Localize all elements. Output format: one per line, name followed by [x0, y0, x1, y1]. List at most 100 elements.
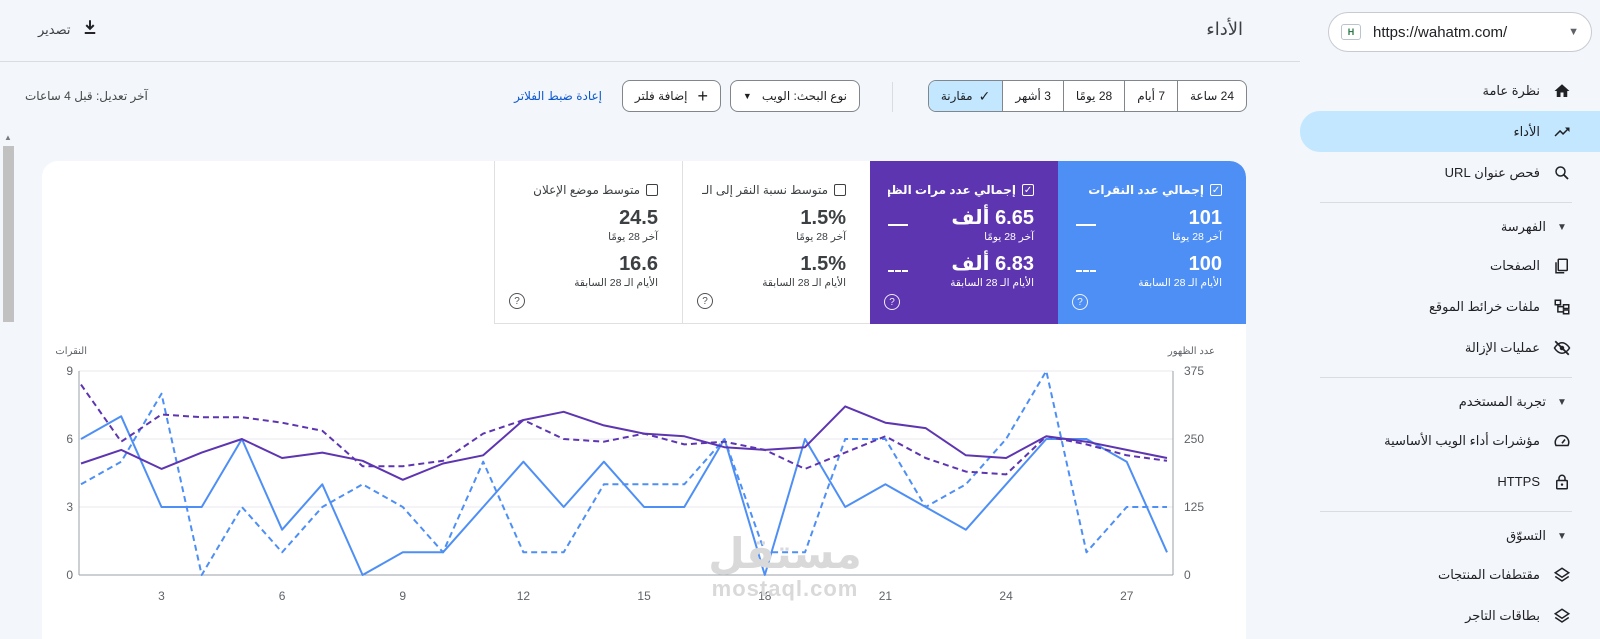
right-axis-tick-label: 0: [1184, 568, 1191, 582]
sidebar-item-merchant-listings[interactable]: بطاقات التاجر: [1300, 595, 1600, 636]
compare-button[interactable]: ✓ مقارنة: [928, 81, 1003, 111]
reset-filters-link[interactable]: إعادة ضبط الفلاتر: [514, 89, 602, 103]
sidebar-item-https[interactable]: HTTPS: [1300, 461, 1600, 502]
left-axis-tick-label: 0: [66, 568, 73, 582]
left-axis-tick-label: 6: [66, 432, 73, 446]
sidebar-item-label: HTTPS: [1497, 474, 1540, 489]
section-shopping[interactable]: ▼ التسوّق: [1300, 518, 1600, 554]
metric-card-position[interactable]: متوسط موضع الإعلان 24.5 آخر 28 يومًا 16.…: [494, 161, 682, 324]
metric-title: إجمالي عدد النقرات: [1088, 183, 1204, 197]
performance-chart[interactable]: 0 0 3 125 6 250 9 375 النقرات عدد الظهور 3 6 9 12 15 18…: [42, 324, 1246, 639]
sidebar-item-sitemaps[interactable]: ملفات خرائط الموقع: [1300, 286, 1600, 327]
right-axis-title: عدد الظهور: [1167, 346, 1215, 357]
property-url: https://wahatm.com/: [1373, 23, 1508, 41]
search-type-filter[interactable]: نوع البحث: الويب ▼: [729, 80, 860, 112]
metric-card-impressions[interactable]: ✓ إجمالي عدد مرات الظهـ... 6.65 ألف آخر …: [870, 161, 1058, 324]
left-axis-tick-label: 3: [66, 500, 73, 514]
sidebar-item-overview[interactable]: نظرة عامة: [1300, 70, 1600, 111]
page-title: الأداء: [1206, 19, 1243, 39]
sidebar-item-label: مقتطفات المنتجات: [1437, 566, 1540, 582]
help-icon[interactable]: ?: [509, 293, 525, 309]
scrollbar-thumb[interactable]: [3, 146, 14, 322]
metric-card-ctr[interactable]: متوسط نسبة النقر إلى الـ... 1.5% آخر 28 …: [682, 161, 870, 324]
checkbox-unchecked-icon[interactable]: [834, 184, 846, 196]
help-icon[interactable]: ?: [884, 294, 900, 310]
metric-card-clicks[interactable]: ✓ إجمالي عدد النقرات 101 آخر 28 يومًا 10…: [1058, 161, 1246, 324]
metric-title: إجمالي عدد مرات الظهـ...: [888, 183, 1016, 197]
left-axis-tick-label: 9: [66, 364, 73, 378]
property-selector[interactable]: H https://wahatm.com/ ▼: [1328, 12, 1592, 52]
x-axis-tick-label: 15: [637, 589, 651, 603]
export-button[interactable]: تصدير: [38, 18, 99, 41]
sidebar-item-label: بطاقات التاجر: [1465, 607, 1540, 623]
sidebar-item-performance[interactable]: الأداء: [1300, 111, 1600, 152]
sidebar-item-url-inspection[interactable]: فحص عنوان URL: [1300, 152, 1600, 193]
sidebar-item-label: نظرة عامة: [1482, 82, 1540, 98]
check-icon: ✓: [978, 87, 991, 104]
lock-icon: [1552, 472, 1572, 492]
x-axis-tick-label: 9: [399, 589, 406, 603]
metric-current-value: 1.5%: [800, 207, 846, 229]
help-icon[interactable]: ?: [697, 293, 713, 309]
main-content: الأداء تصدير 24 ساعة 7 أيام 28 يومًا 3 أ…: [0, 0, 1300, 639]
sitemap-icon: [1552, 297, 1572, 317]
x-axis-tick-label: 6: [279, 589, 286, 603]
help-icon[interactable]: ?: [1072, 294, 1088, 310]
series-line-clicks-previous: [80, 370, 1167, 576]
layers-icon: [1552, 606, 1572, 626]
sidebar-item-core-web-vitals[interactable]: مؤشرات أداء الويب الأساسية: [1300, 420, 1600, 461]
divider: [892, 82, 893, 112]
checkbox-unchecked-icon[interactable]: [646, 184, 658, 196]
layers-icon: [1552, 565, 1572, 585]
speedometer-icon: [1552, 431, 1572, 451]
metric-previous-value: 6.83 ألف: [951, 253, 1034, 275]
metric-current-value: 24.5: [619, 207, 658, 229]
date-range-group: 24 ساعة 7 أيام 28 يومًا 3 أشهر ✓ مقارنة: [927, 80, 1247, 112]
divider: [1320, 511, 1572, 512]
section-indexing[interactable]: ▼ الفهرسة: [1300, 209, 1600, 245]
range-28d-button[interactable]: 28 يومًا: [1062, 81, 1124, 111]
scroll-up-arrow-icon[interactable]: ▲: [4, 133, 12, 142]
x-axis-tick-label: 18: [758, 589, 772, 603]
home-icon: [1552, 81, 1572, 101]
range-24h-button[interactable]: 24 ساعة: [1177, 81, 1246, 111]
export-label: تصدير: [38, 21, 71, 37]
compare-label: مقارنة: [940, 89, 973, 103]
metric-previous-label: الأيام الـ 28 السابقة: [574, 277, 658, 289]
divider: [1320, 377, 1572, 378]
metric-current-label: آخر 28 يومًا: [1172, 231, 1222, 243]
caret-down-icon: ▼: [742, 91, 752, 101]
sidebar-item-pages[interactable]: الصفحات: [1300, 245, 1600, 286]
search-type-label: نوع البحث: الويب: [761, 89, 847, 103]
checkbox-checked-icon[interactable]: ✓: [1210, 184, 1222, 196]
range-3m-button[interactable]: 3 أشهر: [1002, 81, 1063, 111]
metric-previous-value: 100: [1188, 253, 1222, 275]
chevron-down-icon: ▼: [1568, 26, 1579, 38]
sidebar-nav: نظرة عامة الأداء فحص عنوان URL ▼ الفهرسة…: [1300, 70, 1600, 636]
sidebar-item-label: عمليات الإزالة: [1464, 339, 1540, 355]
eye-off-icon: [1552, 338, 1572, 358]
x-axis-tick-label: 3: [158, 589, 165, 603]
add-filter-button[interactable]: + إضافة فلتر: [621, 80, 721, 112]
sidebar-item-label: ملفات خرائط الموقع: [1429, 298, 1540, 314]
last-updated-text: آخر تعديل: قبل 4 ساعات: [25, 89, 148, 103]
right-axis-tick-label: 375: [1184, 364, 1204, 378]
checkbox-checked-icon[interactable]: ✓: [1022, 184, 1034, 196]
caret-down-icon: ▼: [1557, 221, 1567, 233]
x-axis-tick-label: 24: [999, 589, 1013, 603]
range-7d-button[interactable]: 7 أيام: [1124, 81, 1177, 111]
metric-previous-value: 16.6: [619, 253, 658, 275]
plus-icon: +: [697, 86, 708, 106]
sidebar-item-label: الصفحات: [1489, 257, 1540, 273]
filter-bar: 24 ساعة 7 أيام 28 يومًا 3 أشهر ✓ مقارنة …: [0, 80, 1300, 114]
metric-previous-label: الأيام الـ 28 السابقة: [762, 277, 846, 289]
sidebar-item-product-snippets[interactable]: مقتطفات المنتجات: [1300, 554, 1600, 595]
metric-current-value: 101: [1188, 207, 1222, 229]
metric-current-label: آخر 28 يومًا: [984, 231, 1034, 243]
solid-line-legend-icon: [1076, 224, 1096, 226]
performance-card: ✓ إجمالي عدد النقرات 101 آخر 28 يومًا 10…: [42, 161, 1246, 639]
dashed-line-legend-icon: [888, 270, 908, 272]
section-experience[interactable]: ▼ تجربة المستخدم: [1300, 384, 1600, 420]
sidebar-item-removals[interactable]: عمليات الإزالة: [1300, 327, 1600, 368]
sidebar-item-label: فحص عنوان URL: [1444, 164, 1540, 180]
